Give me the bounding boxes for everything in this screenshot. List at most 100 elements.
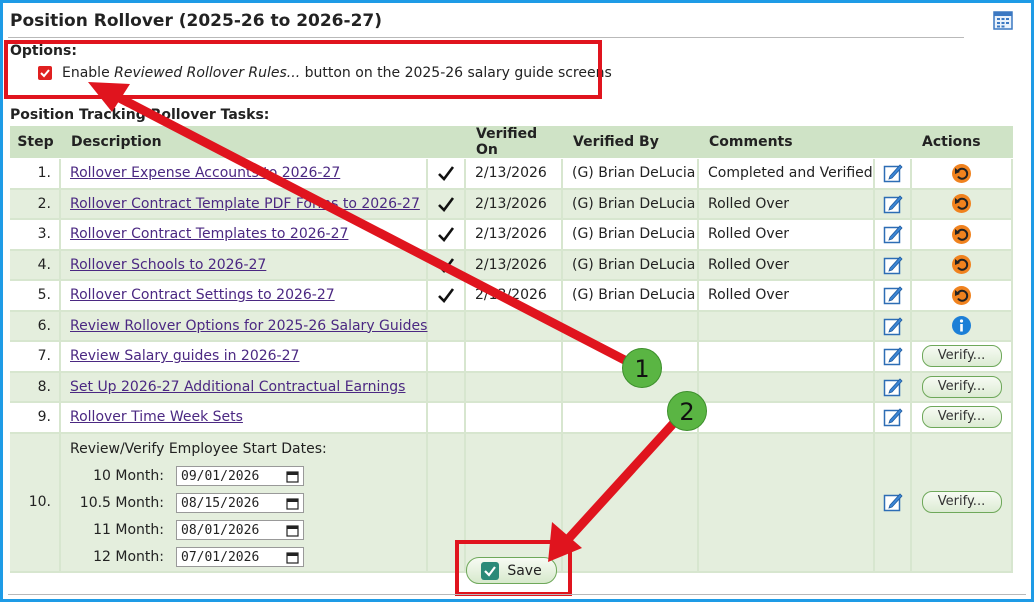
page-title: Position Rollover (2025-26 to 2026-27)	[10, 11, 382, 31]
task-description-cell: Rollover Contract Templates to 2026-27	[61, 220, 428, 251]
start-dates-cell: Review/Verify Employee Start Dates: 10 Mo…	[61, 433, 428, 573]
edit-icon[interactable]	[883, 316, 903, 336]
table-row: 7. Review Salary guides in 2026-27 Verify.…	[10, 342, 1013, 373]
edit-icon[interactable]	[883, 377, 903, 397]
calendar-icon[interactable]	[993, 10, 1013, 30]
verified-check-cell	[428, 189, 466, 220]
task-link[interactable]: Rollover Schools to 2026-27	[70, 257, 266, 273]
start-date-label: 10 Month:	[93, 467, 164, 484]
comments-cell: Rolled Over	[699, 189, 875, 220]
undo-icon[interactable]	[952, 163, 971, 183]
verified-by-cell: (G) Brian DeLucia	[563, 159, 699, 190]
edit-icon[interactable]	[883, 163, 903, 183]
edit-cell	[875, 189, 912, 220]
header-actions: Actions	[912, 126, 1013, 159]
date-picker-icon[interactable]	[286, 551, 299, 564]
edit-icon[interactable]	[883, 346, 903, 366]
verified-check-cell	[428, 372, 466, 403]
header-comments: Comments	[699, 126, 875, 159]
save-label: Save	[507, 562, 542, 579]
task-link[interactable]: Rollover Expense Accounts to 2026-27	[70, 165, 340, 181]
verified-on-cell	[466, 342, 563, 373]
task-link[interactable]: Rollover Contract Template PDF Forms to …	[70, 196, 420, 212]
verify-button[interactable]: Verify...	[921, 375, 1002, 398]
date-picker-icon[interactable]	[286, 497, 299, 510]
step-number: 10.	[10, 433, 61, 573]
action-cell: Verify...	[912, 403, 1013, 434]
verify-button[interactable]: Verify...	[921, 491, 1002, 513]
verified-check-cell	[428, 281, 466, 312]
date-picker-icon[interactable]	[286, 524, 299, 537]
undo-icon[interactable]	[952, 194, 971, 214]
table-row: 1. Rollover Expense Accounts to 2026-27 2/…	[10, 159, 1013, 190]
verified-by-cell: (G) Brian DeLucia	[563, 220, 699, 251]
verified-by-cell	[563, 433, 699, 573]
verified-check-cell	[428, 220, 466, 251]
edit-icon[interactable]	[883, 194, 903, 214]
start-date-value: 07/01/2026	[181, 549, 260, 565]
header-verified-on: Verified On	[466, 126, 563, 159]
tasks-label: Position Tracking Rollover Tasks:	[10, 107, 270, 123]
edit-cell	[875, 250, 912, 281]
edit-icon[interactable]	[883, 255, 903, 275]
start-date-input[interactable]: 09/01/2026	[176, 466, 304, 486]
action-cell	[912, 311, 1013, 342]
table-row: 4. Rollover Schools to 2026-27 2/13/2026 (G…	[10, 250, 1013, 281]
title-divider	[8, 37, 964, 38]
header-description: Description	[61, 126, 428, 159]
task-description-cell: Rollover Schools to 2026-27	[61, 250, 428, 281]
task-link[interactable]: Rollover Contract Templates to 2026-27	[70, 226, 348, 242]
undo-icon[interactable]	[952, 255, 971, 275]
comments-cell	[699, 433, 875, 573]
step-number: 3.	[10, 220, 61, 251]
start-date-row: 11 Month: 08/01/2026	[70, 517, 426, 544]
undo-icon[interactable]	[952, 224, 971, 244]
action-cell	[912, 250, 1013, 281]
step-number: 2.	[10, 189, 61, 220]
task-link[interactable]: Rollover Time Week Sets	[70, 409, 243, 425]
verified-on-cell: 2/13/2026	[466, 220, 563, 251]
comments-cell	[699, 403, 875, 434]
task-link[interactable]: Rollover Contract Settings to 2026-27	[70, 287, 335, 303]
table-row: 6. Review Rollover Options for 2025-26 Sa…	[10, 311, 1013, 342]
edit-cell	[875, 220, 912, 251]
save-check-icon	[481, 561, 500, 580]
start-date-input[interactable]: 07/01/2026	[176, 547, 304, 567]
verified-check-icon	[438, 166, 455, 182]
task-description-cell: Review Salary guides in 2026-27	[61, 342, 428, 373]
verified-check-icon	[438, 227, 455, 243]
task-description-cell: Rollover Time Week Sets	[61, 403, 428, 434]
table-row: 5. Rollover Contract Settings to 2026-27 2…	[10, 281, 1013, 312]
verify-button[interactable]: Verify...	[921, 345, 1002, 368]
info-icon[interactable]	[952, 316, 971, 336]
header-edit	[875, 126, 912, 159]
start-date-row: 10.5 Month: 08/15/2026	[70, 490, 426, 517]
verified-on-cell: 2/13/2026	[466, 159, 563, 190]
edit-cell	[875, 372, 912, 403]
task-link[interactable]: Review Salary guides in 2026-27	[70, 348, 299, 364]
start-date-value: 08/15/2026	[181, 495, 260, 511]
start-date-input[interactable]: 08/01/2026	[176, 520, 304, 540]
edit-icon[interactable]	[883, 285, 903, 305]
rollover-tasks-table: Step Description Verified On Verified By…	[10, 126, 1013, 573]
annotation-badge-1: 1	[622, 348, 662, 388]
undo-icon[interactable]	[952, 285, 971, 305]
comments-cell: Rolled Over	[699, 281, 875, 312]
verify-button[interactable]: Verify...	[921, 406, 1002, 429]
date-picker-icon[interactable]	[286, 470, 299, 483]
task-link[interactable]: Review Rollover Options for 2025-26 Sala…	[70, 318, 427, 334]
edit-cell	[875, 311, 912, 342]
comments-cell: Rolled Over	[699, 220, 875, 251]
edit-icon[interactable]	[883, 407, 903, 427]
verified-check-icon	[438, 288, 455, 304]
task-link[interactable]: Set Up 2026-27 Additional Contractual Ea…	[70, 379, 405, 395]
task-description-cell: Review Rollover Options for 2025-26 Sala…	[61, 311, 428, 342]
edit-icon[interactable]	[883, 224, 903, 244]
table-header-row: Step Description Verified On Verified By…	[10, 126, 1013, 159]
edit-icon[interactable]	[883, 492, 903, 512]
verified-on-cell: 2/13/2026	[466, 189, 563, 220]
start-date-value: 08/01/2026	[181, 522, 260, 538]
save-button[interactable]: Save	[466, 557, 557, 584]
table-row: 8. Set Up 2026-27 Additional Contractual …	[10, 372, 1013, 403]
start-date-input[interactable]: 08/15/2026	[176, 493, 304, 513]
